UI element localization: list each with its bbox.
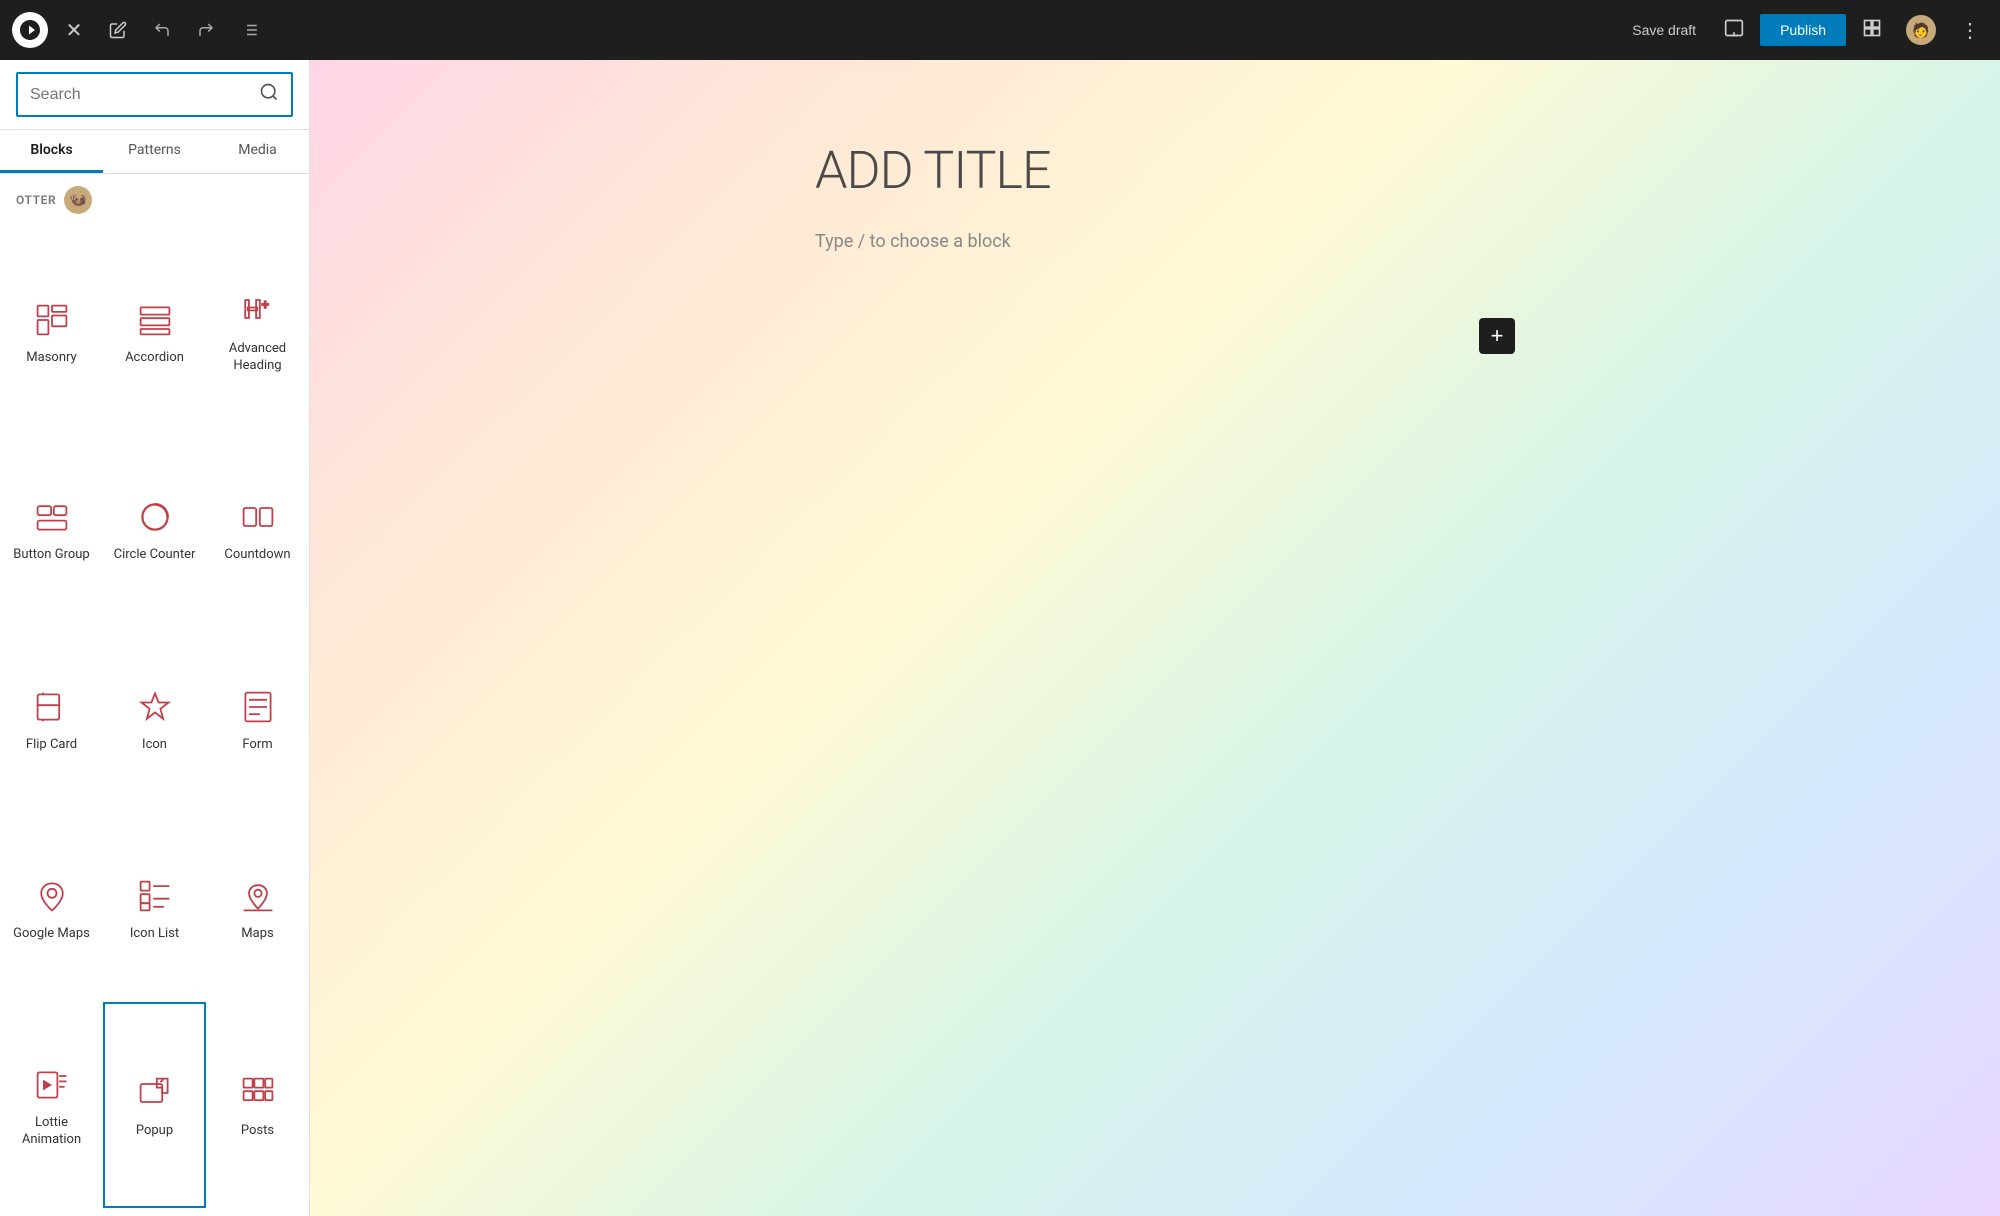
block-item-countdown[interactable]: Countdown (206, 434, 309, 623)
advanced-heading-label: Advanced Heading (216, 341, 299, 375)
block-grid: Masonry Accordion H + (0, 220, 309, 1216)
popup-icon (135, 1073, 175, 1113)
form-icon (238, 687, 278, 727)
pencil-button[interactable] (100, 12, 136, 48)
more-options-button[interactable]: ⋮ (1952, 12, 1988, 49)
search-icon (259, 82, 279, 107)
lottie-animation-icon (32, 1065, 72, 1105)
flip-card-icon (32, 687, 72, 727)
flip-card-label: Flip Card (26, 737, 77, 754)
undo-button[interactable] (144, 12, 180, 48)
maps-label: Maps (241, 926, 273, 943)
editor-area: ADD TITLE Type / to choose a block + (310, 60, 2000, 1216)
preview-button[interactable] (1716, 12, 1752, 49)
tab-patterns[interactable]: Patterns (103, 130, 206, 173)
sidebar: Blocks Patterns Media OTTER 🦦 (0, 60, 310, 1216)
countdown-label: Countdown (224, 547, 290, 564)
block-item-popup[interactable]: Popup (103, 1002, 206, 1208)
button-group-icon (32, 497, 72, 537)
block-item-advanced-heading[interactable]: H + Advanced Heading (206, 228, 309, 434)
settings-button[interactable] (1854, 12, 1890, 49)
block-item-google-maps[interactable]: Google Maps (0, 813, 103, 1002)
wp-logo-button[interactable] (12, 12, 48, 48)
tabs-row: Blocks Patterns Media (0, 130, 309, 174)
block-item-maps[interactable]: Maps (206, 813, 309, 1002)
otter-label: OTTER (16, 193, 56, 207)
countdown-icon (238, 497, 278, 537)
close-button[interactable]: ✕ (56, 12, 92, 48)
svg-text:H: H (243, 296, 261, 325)
posts-icon (238, 1073, 278, 1113)
block-item-posts[interactable]: Posts (206, 1002, 309, 1208)
icon-label: Icon (142, 737, 167, 754)
lottie-animation-label: Lottie Animation (10, 1115, 93, 1149)
toolbar: ✕ Save draft Publish 🧑 ⋮ (0, 0, 2000, 60)
block-item-icon[interactable]: Icon (103, 623, 206, 812)
user-button[interactable]: 🧑 (1898, 9, 1944, 51)
icon-list-label: Icon List (130, 926, 179, 943)
block-item-lottie-animation[interactable]: Lottie Animation (0, 1002, 103, 1208)
posts-label: Posts (241, 1123, 274, 1140)
publish-button[interactable]: Publish (1760, 14, 1846, 46)
otter-header: OTTER 🦦 (0, 174, 309, 220)
block-item-flip-card[interactable]: Flip Card (0, 623, 103, 812)
otter-avatar: 🦦 (64, 186, 92, 214)
list-view-button[interactable] (232, 12, 268, 48)
popup-label: Popup (136, 1123, 173, 1140)
maps-icon (238, 876, 278, 916)
block-item-form[interactable]: Form (206, 623, 309, 812)
redo-button[interactable] (188, 12, 224, 48)
circle-counter-icon (135, 497, 175, 537)
circle-counter-label: Circle Counter (114, 547, 196, 564)
block-item-accordion[interactable]: Accordion (103, 228, 206, 434)
type-hint: Type / to choose a block (815, 231, 1495, 252)
google-maps-label: Google Maps (13, 926, 90, 943)
accordion-label: Accordion (125, 350, 184, 367)
tab-blocks[interactable]: Blocks (0, 130, 103, 173)
search-input[interactable] (30, 86, 251, 104)
form-label: Form (242, 737, 272, 754)
accordion-icon (135, 300, 175, 340)
advanced-heading-icon: H + (238, 291, 278, 331)
icon-block-icon (135, 687, 175, 727)
google-maps-icon (32, 876, 72, 916)
svg-text:+: + (261, 298, 268, 313)
search-wrapper (16, 72, 293, 117)
tab-media[interactable]: Media (206, 130, 309, 173)
block-item-button-group[interactable]: Button Group (0, 434, 103, 623)
save-draft-button[interactable]: Save draft (1620, 16, 1708, 44)
block-item-masonry[interactable]: Masonry (0, 228, 103, 434)
button-group-label: Button Group (13, 547, 89, 564)
icon-list-icon (135, 876, 175, 916)
masonry-icon (32, 300, 72, 340)
masonry-label: Masonry (26, 350, 76, 367)
page-title[interactable]: ADD TITLE (815, 140, 1495, 201)
editor-content: ADD TITLE Type / to choose a block + (755, 60, 1555, 1216)
search-area (0, 60, 309, 130)
block-item-icon-list[interactable]: Icon List (103, 813, 206, 1002)
add-block-button[interactable]: + (1479, 318, 1515, 354)
block-item-circle-counter[interactable]: Circle Counter (103, 434, 206, 623)
main-layout: Blocks Patterns Media OTTER 🦦 (0, 60, 2000, 1216)
